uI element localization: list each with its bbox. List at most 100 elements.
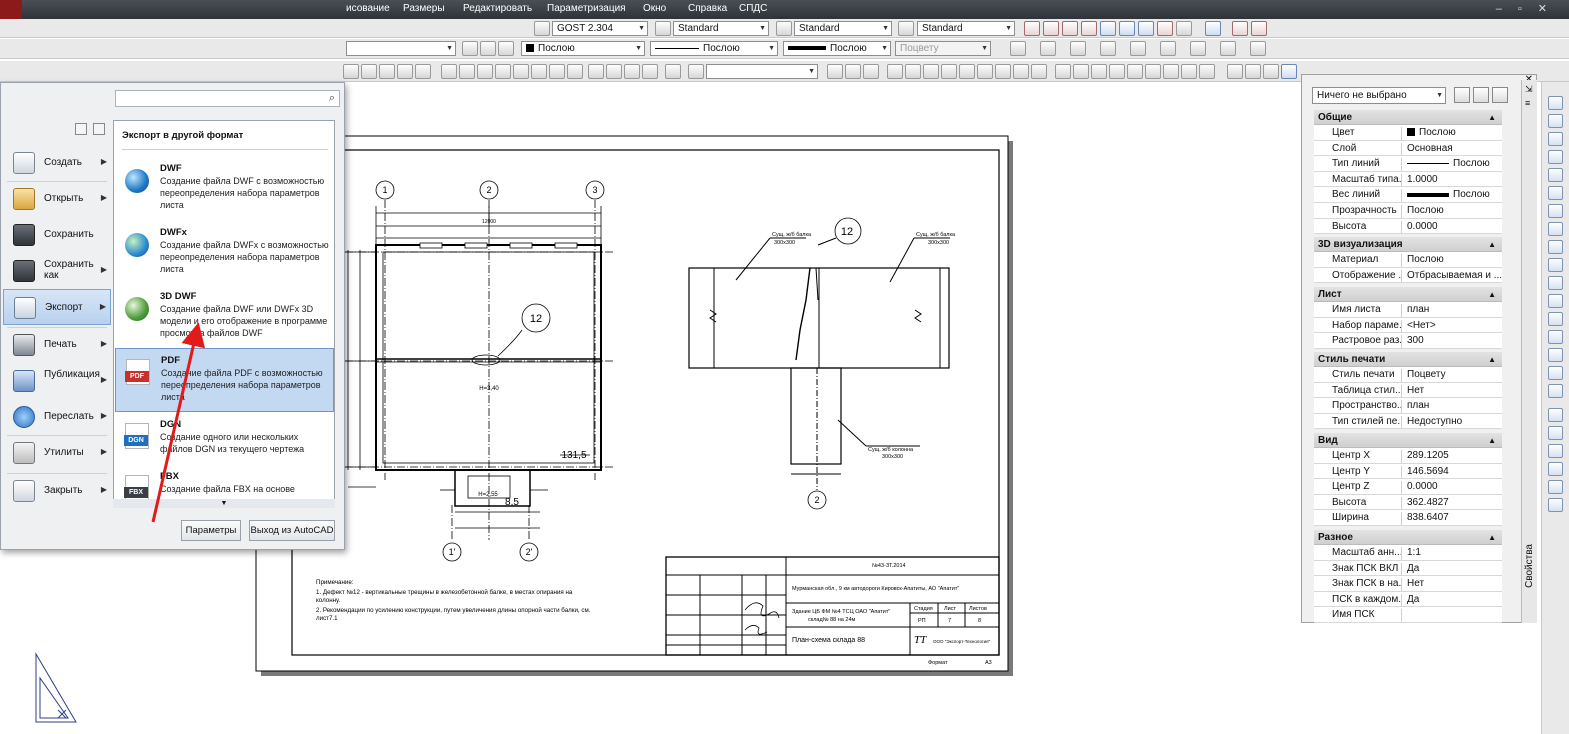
options-button[interactable]: Параметры	[181, 520, 241, 541]
view-se-iso-icon[interactable]	[477, 64, 493, 79]
pin-icon[interactable]: ⇲	[1525, 84, 1533, 95]
submenu-scroll-down[interactable]: ▼	[113, 499, 335, 508]
ucs-combo[interactable]	[706, 64, 818, 79]
prop-row[interactable]: Растровое раз... 300	[1314, 333, 1502, 349]
dim-baseline-icon[interactable]	[1232, 21, 1248, 36]
prop-row[interactable]: Масштаб анн... 1:1	[1314, 545, 1502, 561]
ucs-settings-icon[interactable]	[1127, 64, 1143, 79]
nav-print[interactable]: Печать ▶	[3, 327, 111, 363]
layer-prev-icon[interactable]	[462, 41, 478, 56]
render-3-icon[interactable]	[1181, 64, 1197, 79]
draw-order-2-icon[interactable]	[1548, 444, 1563, 458]
prop-row[interactable]: Набор параме... <Нет>	[1314, 317, 1502, 334]
menu-parametric[interactable]: Параметризация	[547, 3, 626, 14]
prop-row[interactable]: Пространство... план	[1314, 398, 1502, 414]
menu-draw[interactable]: исование	[346, 3, 390, 14]
render-2-icon[interactable]	[1163, 64, 1179, 79]
move-icon[interactable]	[1548, 186, 1563, 200]
ucs-icon[interactable]	[688, 64, 704, 79]
trim-icon[interactable]	[1548, 258, 1563, 272]
quick-select-icon[interactable]	[1492, 87, 1508, 103]
toggle-pickadd-icon[interactable]	[1454, 87, 1470, 103]
dim-angular-icon[interactable]	[1157, 21, 1173, 36]
nav-close[interactable]: Закрыть ▶	[3, 473, 111, 509]
ucs-zaxis-icon[interactable]	[995, 64, 1011, 79]
ucs-origin-icon[interactable]	[977, 64, 993, 79]
view-icon[interactable]	[567, 64, 583, 79]
view-ne-iso-icon[interactable]	[495, 64, 511, 79]
copy-icon[interactable]	[1548, 114, 1563, 128]
prop-row[interactable]: Ширина 838.6407	[1314, 510, 1502, 526]
collapse-icon[interactable]: ▲	[1488, 110, 1496, 125]
view-left-icon[interactable]	[379, 64, 395, 79]
mleader-style-icon[interactable]	[898, 21, 914, 36]
dim-continue-icon[interactable]	[1251, 21, 1267, 36]
select-objects-icon[interactable]	[1473, 87, 1489, 103]
dim-arc-icon[interactable]	[1062, 21, 1078, 36]
rotate-icon[interactable]	[1548, 204, 1563, 218]
text-style-icon[interactable]	[534, 21, 550, 36]
collapse-icon[interactable]: ▲	[1488, 530, 1496, 545]
layer-match-icon[interactable]	[498, 41, 514, 56]
menu-spds[interactable]: СПДС	[739, 3, 767, 14]
draw-order-1-icon[interactable]	[1548, 426, 1563, 440]
visual-style-2d-icon[interactable]	[588, 64, 604, 79]
shade-2-icon[interactable]	[1245, 64, 1261, 79]
dim-jogged-icon[interactable]	[1119, 21, 1135, 36]
extend-icon[interactable]	[1548, 276, 1563, 290]
recent-docs-icon[interactable]	[75, 123, 87, 135]
section-general[interactable]: Общие ▲	[1314, 110, 1502, 125]
prop-row[interactable]: Центр X 289.1205	[1314, 448, 1502, 464]
prop-row[interactable]: Центр Z 0.0000	[1314, 479, 1502, 495]
render-1-icon[interactable]	[1145, 64, 1161, 79]
ucs-apply-icon[interactable]	[1091, 64, 1107, 79]
prop-row[interactable]: Вес линий Послою	[1314, 187, 1502, 203]
prop-row[interactable]: Высота 362.4827	[1314, 494, 1502, 511]
plotstyle-combo[interactable]: Поцвету	[895, 41, 991, 56]
mleader-style-combo[interactable]: Standard	[917, 21, 1015, 36]
text-style-combo[interactable]: GOST 2.304	[552, 21, 648, 36]
toolbar-misc-2-icon[interactable]	[1040, 41, 1056, 56]
visual-style-hidden-icon[interactable]	[624, 64, 640, 79]
explode-icon[interactable]	[1548, 408, 1563, 422]
scale-icon[interactable]	[1548, 222, 1563, 236]
draw-order-4-icon[interactable]	[1548, 480, 1563, 494]
view-manager-icon[interactable]	[549, 64, 565, 79]
menu-dimensions[interactable]: Размеры	[403, 3, 445, 14]
draw-order-5-icon[interactable]	[1548, 498, 1563, 512]
dim-aligned-icon[interactable]	[1043, 21, 1059, 36]
toolbar-misc-7-icon[interactable]	[1190, 41, 1206, 56]
toolbar-misc-8-icon[interactable]	[1220, 41, 1236, 56]
prop-row[interactable]: Цвет Послою	[1314, 125, 1502, 141]
dim-radius-icon[interactable]	[1100, 21, 1116, 36]
prop-row[interactable]: Слой Основная	[1314, 140, 1502, 157]
ucs-y-icon[interactable]	[1055, 64, 1071, 79]
dim-style-icon[interactable]	[655, 21, 671, 36]
export-pdf-item[interactable]: PDF PDF Создание файла PDF с возможность…	[115, 348, 334, 412]
view-camera-icon[interactable]	[531, 64, 547, 79]
prop-row[interactable]: Знак ПСК ВКЛ Да	[1314, 560, 1502, 577]
array-icon[interactable]	[1548, 168, 1563, 182]
view-sw-iso-icon[interactable]	[459, 64, 475, 79]
prop-row[interactable]: Имя листа план	[1314, 302, 1502, 318]
break-point-icon[interactable]	[1548, 294, 1563, 308]
prop-row[interactable]: Таблица стил... Нет	[1314, 382, 1502, 399]
toolbar-misc-1-icon[interactable]	[1010, 41, 1026, 56]
prop-row[interactable]: Материал Послою	[1314, 252, 1502, 268]
render-4-icon[interactable]	[1199, 64, 1215, 79]
nav-save[interactable]: Сохранить	[3, 217, 111, 253]
toolbar-misc-9-icon[interactable]	[1250, 41, 1266, 56]
export-dwf-item[interactable]: DWF Создание файла DWF с возможностью пе…	[115, 157, 334, 221]
orbit-icon[interactable]	[827, 64, 843, 79]
nav-send[interactable]: Переслать ▶	[3, 399, 111, 435]
lineweight-combo[interactable]: Послою	[783, 41, 891, 56]
toolbar-misc-3-icon[interactable]	[1070, 41, 1086, 56]
draw-order-3-icon[interactable]	[1548, 462, 1563, 476]
help-icon[interactable]	[1205, 21, 1221, 36]
open-docs-icon[interactable]	[93, 123, 105, 135]
prop-row[interactable]: Прозрачность Послою	[1314, 203, 1502, 219]
section-sheet[interactable]: Лист ▲	[1314, 287, 1502, 302]
ucs-world-icon[interactable]	[887, 64, 903, 79]
toolbar-misc-4-icon[interactable]	[1100, 41, 1116, 56]
nav-export[interactable]: Экспорт ▶	[3, 289, 111, 325]
